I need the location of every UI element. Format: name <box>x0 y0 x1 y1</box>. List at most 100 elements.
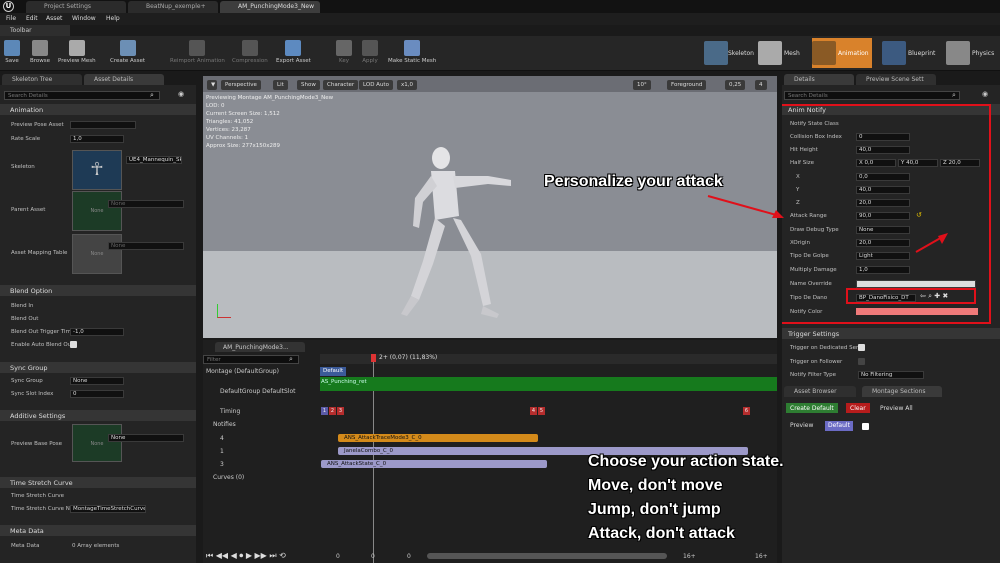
playhead-marker[interactable] <box>371 354 376 362</box>
footer-value-1: 0 <box>371 553 375 560</box>
preview-mesh-button[interactable]: Preview Mesh <box>58 40 96 64</box>
label-blend-out: Blend Out <box>11 316 39 322</box>
tab-details[interactable]: Details <box>784 74 854 85</box>
section-additive[interactable]: Additive Settings <box>0 410 196 421</box>
tab-montage[interactable]: AM_PunchingMode3_New <box>220 1 320 13</box>
static-mesh-icon <box>404 40 421 56</box>
enable-auto-blend-checkbox[interactable] <box>70 341 77 348</box>
lod-button[interactable]: LOD Auto <box>359 80 393 90</box>
trigger-follower-checkbox[interactable] <box>858 358 865 365</box>
apply-button[interactable]: Apply <box>362 40 378 64</box>
preview-button[interactable]: Preview <box>790 422 813 429</box>
slot-segment[interactable]: AS_Punching_ret <box>321 379 367 385</box>
compression-icon <box>241 40 258 56</box>
compression-button[interactable]: Compression <box>232 40 268 64</box>
tab-project-settings[interactable]: Project Settings <box>26 1 126 13</box>
timing-marker-5[interactable]: 5 <box>538 407 545 415</box>
show-button[interactable]: Show <box>297 80 320 90</box>
perspective-button[interactable]: Perspective <box>221 80 261 90</box>
default-section-button[interactable]: Default <box>825 421 853 431</box>
slot-track-bg <box>320 377 777 391</box>
toolbar-tab[interactable]: Toolbar <box>0 25 70 36</box>
preview-base-thumbnail: None <box>72 424 122 462</box>
tab-skeleton-tree[interactable]: Skeleton Tree <box>2 74 82 85</box>
section-sync-group[interactable]: Sync Group <box>0 362 196 373</box>
right-search-input[interactable]: Search Details <box>784 91 960 100</box>
default-section-label[interactable]: Default <box>320 367 347 376</box>
right-tab-bar: Details Preview Scene Sett <box>782 72 1000 85</box>
key-button[interactable]: Key <box>336 40 352 64</box>
mode-blueprint[interactable]: Blueprint <box>882 38 942 68</box>
sync-group-field[interactable]: None <box>70 377 124 385</box>
trigger-dedicated-checkbox[interactable] <box>858 344 865 351</box>
menu-edit[interactable]: Edit <box>26 15 38 22</box>
foreground-button[interactable]: Foreground <box>667 80 707 90</box>
tab-preview-scene[interactable]: Preview Scene Sett <box>856 74 936 85</box>
sync-slot-field[interactable]: 0 <box>70 390 124 398</box>
timeline-tab[interactable]: AM_PunchingMode3... <box>215 342 305 352</box>
label-rate-scale: Rate Scale <box>11 136 41 142</box>
asset-mapping-field[interactable]: None <box>108 242 184 250</box>
notify-attack-state[interactable]: ANS_AttackState_C_0 <box>321 460 547 468</box>
notify-filter-dropdown[interactable]: No Filtering <box>858 371 924 379</box>
make-static-mesh-button[interactable]: Make Static Mesh <box>388 40 436 64</box>
right-eye-icon[interactable]: ◉ <box>982 90 988 98</box>
mode-physics[interactable]: Physics <box>946 38 1000 68</box>
transport-controls[interactable]: ⏮ ◀◀ ◀ ⏺ ▶ ▶▶ ⏭ ⟲ <box>206 551 286 561</box>
angle-snap-button[interactable]: 10° <box>633 80 651 90</box>
viewport-info-2: Current Screen Size: 1,512 <box>206 111 280 117</box>
grid-size-button[interactable]: 4 <box>755 80 767 90</box>
menu-file[interactable]: File <box>6 15 16 22</box>
tab-asset-browser[interactable]: Asset Browser <box>784 386 856 397</box>
parent-asset-field[interactable]: None <box>108 200 184 208</box>
tab-montage-sections[interactable]: Montage Sections <box>862 386 942 397</box>
mode-animation[interactable]: Animation <box>812 38 872 68</box>
reimport-button[interactable]: Reimport Animation <box>170 40 225 64</box>
preview-base-field[interactable]: None <box>108 434 184 442</box>
browse-button[interactable]: Browse <box>30 40 50 64</box>
save-button[interactable]: Save <box>4 40 20 64</box>
timing-marker-2[interactable]: 2 <box>329 407 336 415</box>
section-time-stretch[interactable]: Time Stretch Curve <box>0 477 196 488</box>
timing-marker-1[interactable]: 1 <box>321 407 328 415</box>
preview-pose-field[interactable] <box>70 121 136 129</box>
blend-out-trigger-field[interactable]: -1,0 <box>70 328 124 336</box>
speed-button[interactable]: x1,0 <box>397 80 418 90</box>
viewport[interactable]: ▼ Perspective Lit Show Character LOD Aut… <box>203 76 777 338</box>
tab-beatnup[interactable]: BeatNup_exemple+ <box>128 1 218 13</box>
section-trigger-settings[interactable]: Trigger Settings <box>782 328 1000 339</box>
skeleton-field[interactable]: UE4_Mannequin_Skeleton <box>126 156 182 164</box>
export-asset-button[interactable]: Export Asset <box>276 40 311 64</box>
viewport-menu-button[interactable]: ▼ <box>207 80 217 90</box>
mode-mesh-label: Mesh <box>784 50 800 57</box>
section-blend-option[interactable]: Blend Option <box>0 285 196 296</box>
timing-marker-4[interactable]: 4 <box>530 407 537 415</box>
menu-help[interactable]: Help <box>106 15 120 22</box>
mode-mesh[interactable]: Mesh <box>758 38 810 68</box>
left-search-input[interactable]: Search Details <box>4 91 160 100</box>
eye-icon[interactable]: ◉ <box>178 90 184 98</box>
timeline-filter-input[interactable]: Filter <box>203 355 299 364</box>
mode-skeleton[interactable]: Skeleton <box>704 38 756 68</box>
timeline-scrollbar[interactable] <box>427 553 667 559</box>
create-default-button[interactable]: Create Default <box>786 403 838 413</box>
static-mesh-label: Make Static Mesh <box>388 58 437 64</box>
lit-button[interactable]: Lit <box>273 80 288 90</box>
section-meta-data[interactable]: Meta Data <box>0 525 196 536</box>
section-animation[interactable]: Animation <box>0 104 196 115</box>
character-button[interactable]: Character <box>323 80 359 90</box>
clear-button[interactable]: Clear <box>846 403 870 413</box>
ts-curve-field[interactable]: MontageTimeStretchCurve <box>70 505 146 513</box>
timing-marker-3[interactable]: 3 <box>337 407 344 415</box>
create-asset-button[interactable]: Create Asset <box>110 40 145 64</box>
rate-scale-field[interactable]: 1,0 <box>70 135 124 143</box>
label-enable-auto-blend: Enable Auto Blend Ou <box>11 342 72 348</box>
default-section-checkbox[interactable] <box>862 423 869 430</box>
preview-all-button[interactable]: Preview All <box>880 403 913 412</box>
camera-speed-button[interactable]: 0,25 <box>725 80 746 90</box>
menu-window[interactable]: Window <box>72 15 96 22</box>
tab-asset-details[interactable]: Asset Details <box>84 74 164 85</box>
timing-marker-6[interactable]: 6 <box>743 407 750 415</box>
notify-attack-trace[interactable]: ANS_AttackTraceMode3_C_0 <box>338 434 538 442</box>
menu-asset[interactable]: Asset <box>46 15 62 22</box>
